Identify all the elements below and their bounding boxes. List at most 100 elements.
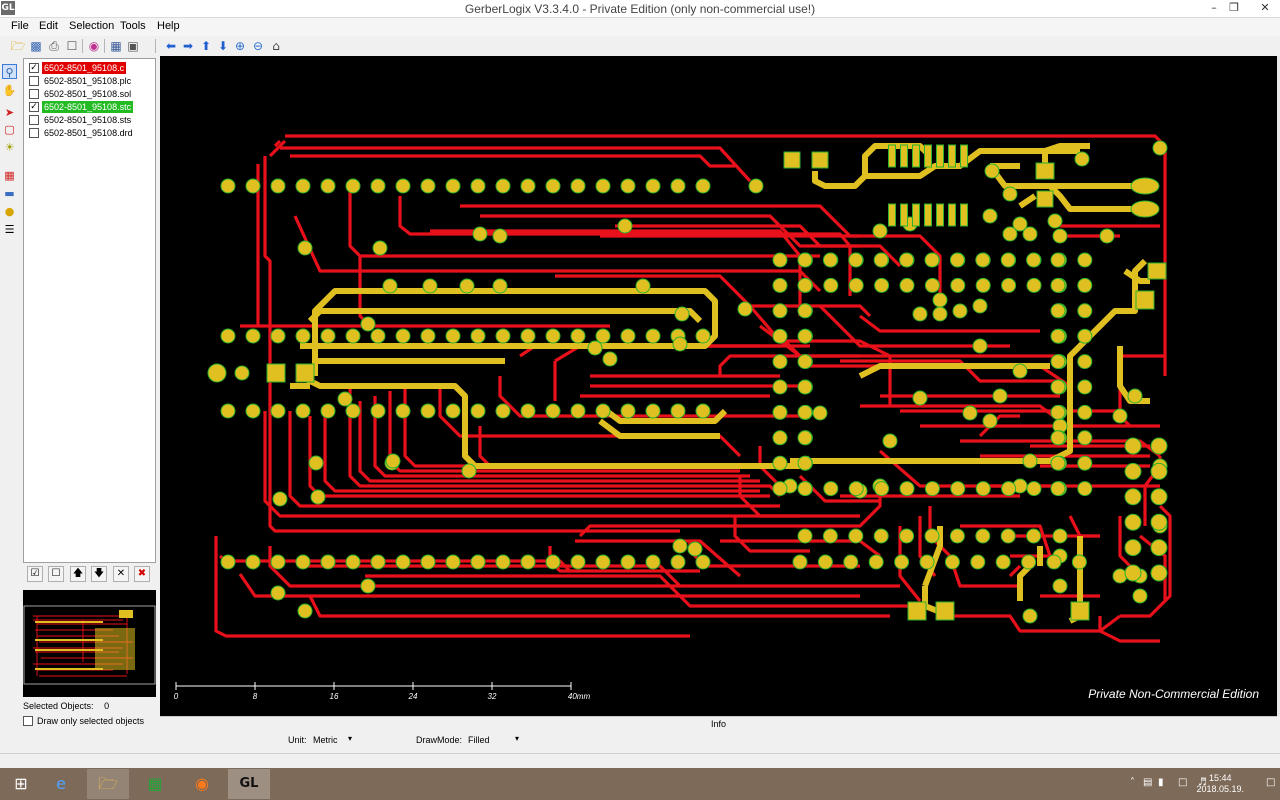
remove-icon[interactable]: ✕ — [113, 566, 129, 582]
internet-explorer-icon[interactable]: e — [40, 769, 82, 799]
layer-checkbox[interactable]: ✓ — [29, 63, 39, 73]
layer-row[interactable]: 6502-8501_95108.drd — [27, 127, 155, 139]
layer-row[interactable]: 6502-8501_95108.sol — [27, 88, 155, 100]
menu-help[interactable]: Help — [157, 20, 180, 32]
tray-clock[interactable]: 15:44 2018.05.19. — [1196, 773, 1244, 795]
menu-file[interactable]: File — [11, 20, 29, 32]
trace — [860, 404, 1061, 423]
trace — [388, 391, 740, 473]
store-icon[interactable]: ▦ — [134, 769, 176, 799]
uncheck-all-icon[interactable]: ☐ — [48, 566, 64, 582]
arrow-right-icon[interactable]: ➡ — [180, 38, 196, 54]
trace — [403, 386, 730, 468]
pan-hand-icon[interactable]: ✋ — [2, 83, 17, 98]
print-preview-icon[interactable]: ☐ — [64, 38, 80, 54]
pad — [797, 303, 813, 319]
pad — [420, 328, 436, 344]
square-pad — [936, 203, 944, 227]
drawmode-select[interactable]: Filled — [468, 735, 490, 745]
restore-icon[interactable]: ❐ — [1222, 0, 1246, 17]
windows-start-icon[interactable]: ⊞ — [0, 769, 42, 799]
select-pointer-icon[interactable]: ➤ — [2, 105, 17, 120]
bulb-icon[interactable]: ● — [2, 204, 17, 219]
pad — [1021, 554, 1037, 570]
save-icon[interactable]: ▩ — [28, 38, 44, 54]
unit-dropdown-icon[interactable]: ▾ — [348, 734, 352, 743]
move-down-icon[interactable]: 🡇 — [91, 566, 107, 582]
arrow-down-icon[interactable]: ⬇ — [215, 38, 231, 54]
tray-chevron-icon[interactable]: ˄ — [1130, 777, 1135, 788]
pad — [1112, 408, 1128, 424]
tray-battery-icon[interactable]: ▮ — [1158, 777, 1164, 788]
open-folder-icon[interactable]: 🗁 — [10, 38, 26, 54]
file-explorer-icon[interactable]: 🗁 — [87, 769, 129, 799]
tray-signal-icon[interactable]: □ — [1178, 777, 1187, 788]
pad — [220, 328, 236, 344]
unit-select[interactable]: Metric — [313, 735, 338, 745]
layer-checkbox[interactable] — [29, 89, 39, 99]
menu-tools[interactable]: Tools — [120, 20, 146, 32]
zoom-out-icon[interactable]: ⊖ — [250, 38, 266, 54]
stack-icon[interactable]: ☰ — [2, 222, 17, 237]
layer-checkbox[interactable] — [29, 76, 39, 86]
export-icon[interactable]: ▦ — [108, 38, 124, 54]
home-icon[interactable]: ⌂ — [268, 38, 284, 54]
layer-row[interactable]: 6502-8501_95108.plc — [27, 75, 155, 87]
pad — [874, 481, 890, 497]
select-area-icon[interactable]: ▢ — [2, 122, 17, 137]
layer-checkbox[interactable] — [29, 115, 39, 125]
delete-icon[interactable]: ✖ — [134, 566, 150, 582]
pad — [1150, 437, 1168, 455]
measure-icon[interactable]: ▦ — [2, 168, 17, 183]
arrow-left-icon[interactable]: ⬅ — [163, 38, 179, 54]
pad — [320, 403, 336, 419]
color-wheel-icon[interactable]: ◉ — [86, 38, 102, 54]
zoom-window-icon[interactable]: ⚲ — [2, 64, 17, 79]
pcb-canvas[interactable]: 0 8 16 24 32 40mm Private Non-Commercial Edit… — [160, 56, 1277, 716]
pad — [520, 554, 536, 570]
square-pad — [1070, 601, 1090, 621]
draw-selected-checkbox[interactable] — [23, 716, 33, 726]
drawmode-dropdown-icon[interactable]: ▾ — [515, 734, 519, 743]
pad — [245, 403, 261, 419]
board-icon[interactable]: ▬ — [2, 186, 17, 201]
pad — [670, 178, 686, 194]
close-icon[interactable]: ✕ — [1251, 0, 1279, 17]
check-all-icon[interactable]: ☑ — [27, 566, 43, 582]
menu-selection[interactable]: Selection — [69, 20, 114, 32]
pad — [595, 178, 611, 194]
trace — [308, 416, 770, 498]
firefox-icon[interactable]: ◉ — [181, 769, 223, 799]
move-up-icon[interactable]: 🡅 — [70, 566, 86, 582]
pad — [695, 328, 711, 344]
highlight-icon[interactable]: ☀ — [2, 140, 17, 155]
notification-icon[interactable]: □ — [1266, 777, 1275, 788]
layer-row[interactable]: ✓ 6502-8501_95108.stc — [27, 101, 155, 113]
draw-selected-option[interactable]: Draw only selected objects — [23, 716, 144, 726]
pad — [672, 538, 688, 554]
board-preview[interactable] — [23, 590, 156, 697]
menu-edit[interactable]: Edit — [39, 20, 58, 32]
layer-row[interactable]: 6502-8501_95108.sts — [27, 114, 155, 126]
gerberlogix-icon[interactable]: GL — [228, 769, 270, 799]
print-icon[interactable]: ⎙ — [46, 38, 62, 54]
pad — [1124, 564, 1142, 582]
zoom-in-icon[interactable]: ⊕ — [232, 38, 248, 54]
drawmode-label: DrawMode: — [416, 735, 463, 745]
layer-checkbox[interactable]: ✓ — [29, 102, 39, 112]
pcb-drawing[interactable]: 0 8 16 24 32 40mm Private Non-Commercial Edit… — [160, 56, 1277, 716]
pad — [370, 554, 386, 570]
pad — [645, 178, 661, 194]
pad — [382, 278, 398, 294]
pad — [1071, 554, 1087, 570]
layer-checkbox[interactable] — [29, 128, 39, 138]
pad — [822, 528, 838, 544]
layers-icon[interactable]: ▣ — [125, 38, 141, 54]
pad — [1001, 481, 1017, 497]
pad — [345, 178, 361, 194]
tray-network-icon[interactable]: ▤ — [1143, 777, 1152, 788]
layer-row[interactable]: ✓ 6502-8501_95108.c — [27, 62, 155, 74]
arrow-up-icon[interactable]: ⬆ — [198, 38, 214, 54]
pad — [1150, 539, 1168, 557]
pad — [1077, 328, 1093, 344]
